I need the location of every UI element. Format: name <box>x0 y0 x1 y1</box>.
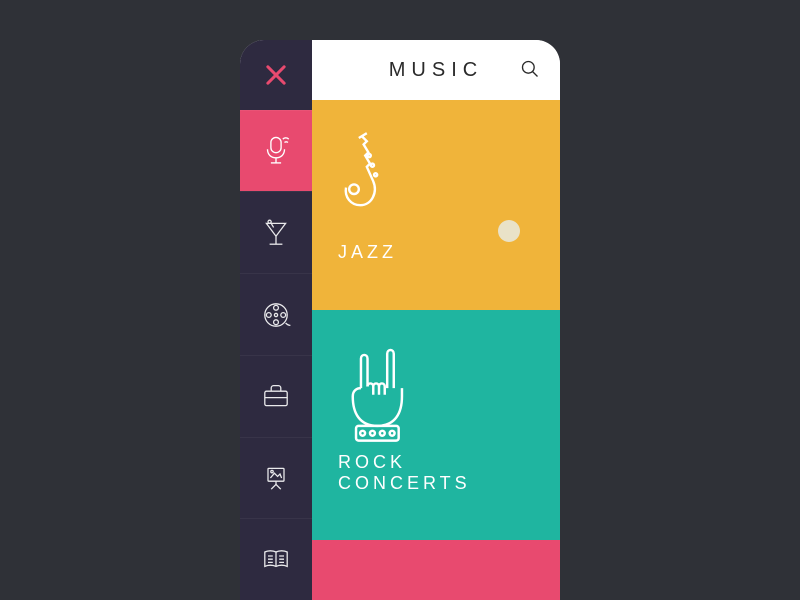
main-content: MUSIC <box>312 40 560 600</box>
easel-icon <box>258 460 294 496</box>
microphone-icon <box>258 133 294 169</box>
briefcase-icon <box>258 378 294 414</box>
sidebar-item-business[interactable] <box>240 355 312 437</box>
app-frame: MUSIC <box>240 40 560 600</box>
sidebar-item-music[interactable] <box>240 110 312 192</box>
rock-hand-icon <box>338 338 534 438</box>
page-title: MUSIC <box>389 59 483 82</box>
saxophone-icon <box>338 128 534 228</box>
cocktail-icon <box>258 215 294 251</box>
search-icon <box>520 59 540 79</box>
header: MUSIC <box>312 40 560 100</box>
category-label: JAZZ <box>338 242 534 263</box>
indicator-dot <box>498 220 520 242</box>
sidebar <box>240 40 312 600</box>
close-icon <box>265 64 287 86</box>
sidebar-item-nightlife[interactable] <box>240 191 312 273</box>
sidebar-item-reading[interactable] <box>240 518 312 600</box>
category-next[interactable] <box>312 540 560 600</box>
sidebar-item-art[interactable] <box>240 437 312 519</box>
sidebar-item-cinema[interactable] <box>240 273 312 355</box>
book-icon <box>258 542 294 578</box>
search-button[interactable] <box>520 59 542 81</box>
category-label: ROCK CONCERTS <box>338 452 534 494</box>
category-jazz[interactable]: JAZZ <box>312 100 560 310</box>
category-list: JAZZ <box>312 100 560 600</box>
close-button[interactable] <box>240 40 312 110</box>
film-reel-icon <box>258 297 294 333</box>
category-rock[interactable]: ROCK CONCERTS <box>312 310 560 540</box>
